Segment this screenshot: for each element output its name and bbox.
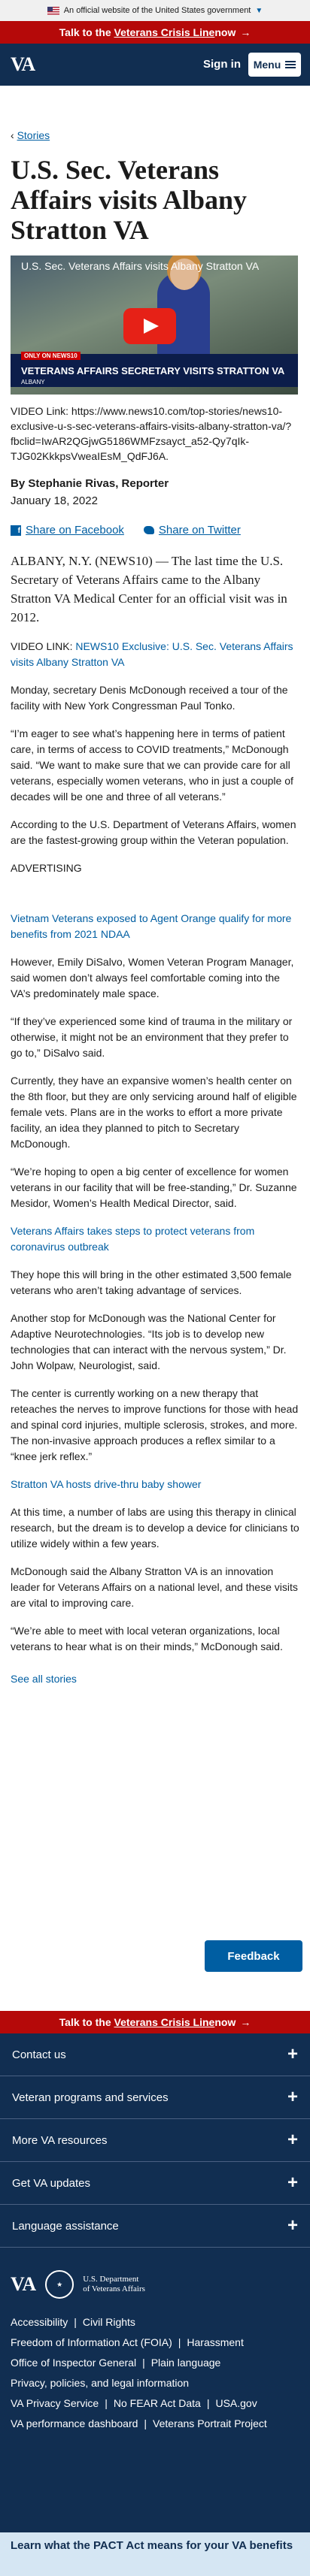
video-headline: VETERANS AFFAIRS SECRETARY VISITS STRATT… bbox=[21, 365, 285, 376]
video-link-paragraph: VIDEO LINK: NEWS10 Exclusive: U.S. Sec. … bbox=[11, 640, 293, 668]
va-seal-icon: ★ bbox=[45, 2270, 74, 2299]
footer-link-oig[interactable]: Office of Inspector General bbox=[11, 2357, 136, 2369]
arrow-right-icon: → bbox=[240, 2016, 251, 2028]
paragraph: The center is currently working on a new… bbox=[11, 1387, 299, 1462]
footer-section-contact-us[interactable]: Contact us + bbox=[0, 2033, 310, 2076]
plus-icon: + bbox=[287, 2130, 298, 2150]
related-link-paragraph: Vietnam Veterans exposed to Agent Orange… bbox=[11, 911, 299, 942]
footer-link-privacy-service[interactable]: VA Privacy Service bbox=[11, 2397, 99, 2409]
footer-logo[interactable]: VA ★ U.S. Department of Veterans Affairs bbox=[0, 2248, 310, 2312]
video-title: U.S. Sec. Veterans Affairs visits Albany… bbox=[21, 260, 260, 272]
paragraph: McDonough said the Albany Stratton VA is… bbox=[11, 1565, 298, 1609]
feedback-button[interactable]: Feedback bbox=[205, 1940, 302, 1972]
footer-section-updates[interactable]: Get VA updates + bbox=[0, 2162, 310, 2205]
footer-link-privacy-policies[interactable]: Privacy, policies, and legal information bbox=[11, 2377, 189, 2389]
footer-link-plain-language[interactable]: Plain language bbox=[151, 2357, 221, 2369]
footer-section-programs[interactable]: Veteran programs and services + bbox=[0, 2076, 310, 2119]
footer-link-foia[interactable]: Freedom of Information Act (FOIA) bbox=[11, 2336, 172, 2348]
play-icon[interactable] bbox=[123, 308, 176, 344]
arrow-right-icon: → bbox=[240, 26, 251, 38]
footer-section-language[interactable]: Language assistance + bbox=[0, 2205, 310, 2248]
share-facebook-link[interactable]: f Share on Facebook bbox=[11, 524, 124, 537]
paragraph: “If they’ve experienced some kind of tra… bbox=[11, 1015, 293, 1059]
crisis-line-name: Veterans Crisis Line bbox=[114, 2016, 215, 2028]
chevron-left-icon: ‹ bbox=[11, 129, 14, 141]
video-link-text: VIDEO Link: https://www.news10.com/top-s… bbox=[11, 405, 292, 462]
share-twitter-link[interactable]: Share on Twitter bbox=[143, 524, 241, 537]
footer-link-no-fear[interactable]: No FEAR Act Data bbox=[114, 2397, 201, 2409]
video-badge: ONLY ON NEWS10 bbox=[21, 352, 81, 360]
plus-icon: + bbox=[287, 2172, 298, 2193]
paragraph: Monday, secretary Denis McDonough receiv… bbox=[11, 684, 288, 712]
crisis-line-footer-banner[interactable]: Talk to the Veterans Crisis Line now → bbox=[0, 2011, 310, 2033]
gov-banner-text: An official website of the United States… bbox=[63, 6, 251, 15]
footer-link-harassment[interactable]: Harassment bbox=[187, 2336, 243, 2348]
video-location: ALBANY bbox=[21, 379, 45, 385]
breadcrumb: ‹ Stories bbox=[11, 86, 299, 141]
share-links: f Share on Facebook Share on Twitter bbox=[11, 524, 299, 537]
paragraph: Currently, they have an expansive women’… bbox=[11, 1075, 297, 1150]
sign-in-button[interactable]: Sign in bbox=[203, 58, 241, 71]
paragraph: “We’re able to meet with local veteran o… bbox=[11, 1625, 283, 1652]
site-header: VA Sign in Menu bbox=[0, 44, 310, 86]
page-title: U.S. Sec. Veterans Affairs visits Albany… bbox=[11, 155, 248, 245]
related-link-paragraph: Stratton VA hosts drive-thru baby shower bbox=[11, 1477, 299, 1492]
plus-icon: + bbox=[287, 2044, 298, 2064]
paragraph: According to the U.S. Department of Vete… bbox=[11, 818, 296, 846]
crisis-line-name: Veterans Crisis Line bbox=[114, 26, 215, 38]
us-flag-icon bbox=[47, 6, 59, 15]
related-link-paragraph: Veterans Affairs takes steps to protect … bbox=[11, 1223, 299, 1255]
footer-section-resources[interactable]: More VA resources + bbox=[0, 2119, 310, 2162]
footer-link-accessibility[interactable]: Accessibility bbox=[11, 2316, 68, 2328]
footer-link-usagov[interactable]: USA.gov bbox=[215, 2397, 257, 2409]
footer-link-civil-rights[interactable]: Civil Rights bbox=[83, 2316, 135, 2328]
menu-button[interactable]: Menu bbox=[248, 53, 301, 77]
footer-link-performance[interactable]: VA performance dashboard bbox=[11, 2417, 138, 2429]
advertising-label: ADVERTISING bbox=[11, 862, 82, 874]
chevron-down-icon: ▼ bbox=[255, 6, 263, 15]
see-all-stories-link[interactable]: See all stories bbox=[11, 1673, 77, 1685]
footer-link-portrait[interactable]: Veterans Portrait Project bbox=[153, 2417, 267, 2429]
paragraph: However, Emily DiSalvo, Women Veteran Pr… bbox=[11, 956, 294, 999]
related-link-baby-shower[interactable]: Stratton VA hosts drive-thru baby shower bbox=[11, 1478, 201, 1490]
paragraph: “We’re hoping to open a big center of ex… bbox=[11, 1166, 297, 1209]
publish-date: January 18, 2022 bbox=[11, 494, 98, 507]
footer-links: Accessibility | Civil Rights Freedom of In… bbox=[11, 2316, 267, 2429]
plus-icon: + bbox=[287, 2087, 298, 2107]
hamburger-icon bbox=[285, 64, 296, 65]
pact-act-link[interactable]: Learn what the PACT Act means for your V… bbox=[0, 2532, 310, 2559]
facebook-icon: f bbox=[11, 525, 21, 536]
crisis-line-banner[interactable]: Talk to the Veterans Crisis Line now → bbox=[0, 21, 310, 44]
byline: By Stephanie Rivas, Reporter bbox=[11, 477, 169, 490]
paragraph: “I’m eager to see what’s happening here … bbox=[11, 727, 293, 803]
official-gov-banner[interactable]: An official website of the United States… bbox=[0, 0, 310, 21]
see-all-paragraph: See all stories bbox=[11, 1671, 299, 1687]
breadcrumb-stories-link[interactable]: Stories bbox=[17, 129, 50, 141]
video-player[interactable]: U.S. Sec. Veterans Affairs visits Albany… bbox=[11, 255, 298, 395]
article-lead: ALBANY, N.Y. (NEWS10) — The last time th… bbox=[11, 554, 287, 624]
paragraph: They hope this will bring in the other e… bbox=[11, 1268, 292, 1296]
va-logo[interactable]: VA bbox=[11, 53, 35, 76]
related-link-agent-orange[interactable]: Vietnam Veterans exposed to Agent Orange… bbox=[11, 912, 291, 940]
site-footer: Talk to the Veterans Crisis Line now → C… bbox=[0, 2011, 310, 2576]
pact-act-banner: Learn what the PACT Act means for your V… bbox=[0, 2532, 310, 2576]
twitter-icon bbox=[143, 526, 154, 534]
paragraph: Another stop for McDonough was the Natio… bbox=[11, 1312, 287, 1371]
paragraph: At this time, a number of labs are using… bbox=[11, 1506, 299, 1550]
related-link-coronavirus[interactable]: Veterans Affairs takes steps to protect … bbox=[11, 1225, 254, 1253]
plus-icon: + bbox=[287, 2215, 298, 2236]
